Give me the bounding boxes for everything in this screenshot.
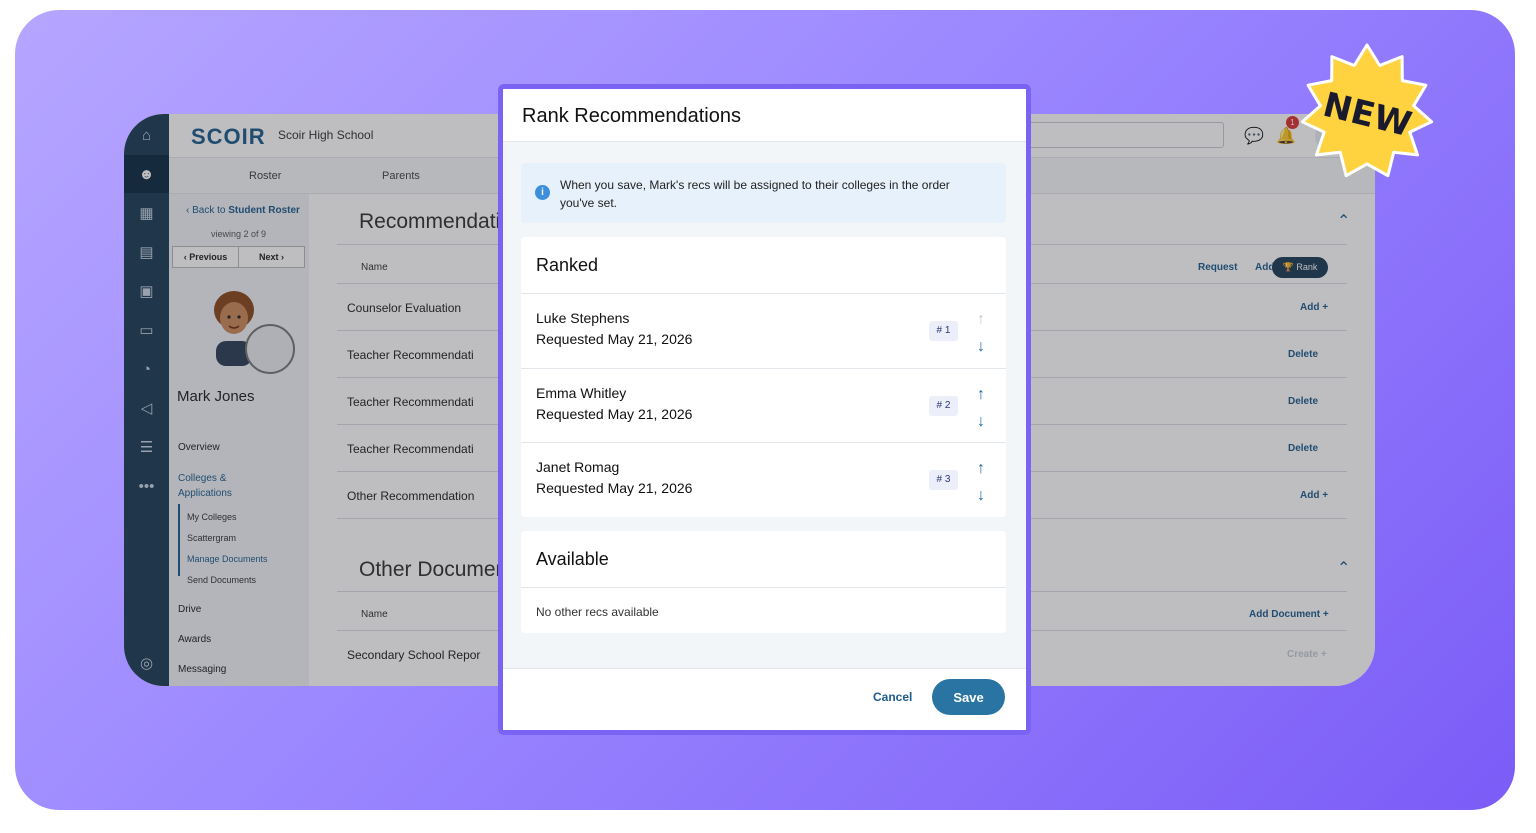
ranked-title: Ranked xyxy=(536,255,599,275)
arrow-up-icon[interactable]: ↑ xyxy=(973,460,989,478)
modal-header: Rank Recommendations xyxy=(503,89,1026,142)
ranked-item: Janet Romag Requested May 21, 2026 # 3 ↑… xyxy=(521,443,1006,517)
modal-title: Rank Recommendations xyxy=(522,105,741,127)
arrow-down-icon[interactable]: ↓ xyxy=(973,487,989,505)
available-title: Available xyxy=(536,549,609,569)
rank-badge: # 2 xyxy=(929,396,958,416)
arrow-down-icon[interactable]: ↓ xyxy=(973,413,989,431)
modal-footer: Cancel Save xyxy=(503,668,1026,730)
modal-body: i When you save, Mark's recs will be ass… xyxy=(503,142,1026,668)
ranked-card: Ranked Luke Stephens Requested May 21, 2… xyxy=(521,237,1006,517)
recommender-name: Emma Whitley xyxy=(536,385,627,401)
arrow-up-icon[interactable]: ↑ xyxy=(973,386,989,404)
recommender-name: Janet Romag xyxy=(536,459,620,475)
info-banner: i When you save, Mark's recs will be ass… xyxy=(521,163,1006,223)
save-button[interactable]: Save xyxy=(932,679,1005,715)
recommender-name: Luke Stephens xyxy=(536,310,630,326)
available-card: Available No other recs available xyxy=(521,531,1006,633)
divider xyxy=(521,587,1006,588)
arrow-down-icon[interactable]: ↓ xyxy=(973,338,989,356)
requested-date: Requested May 21, 2026 xyxy=(536,331,693,347)
info-text: When you save, Mark's recs will be assig… xyxy=(560,178,950,210)
requested-date: Requested May 21, 2026 xyxy=(536,480,693,496)
rank-badge: # 3 xyxy=(929,470,958,490)
rank-badge: # 1 xyxy=(929,321,958,341)
info-icon: i xyxy=(535,185,550,200)
requested-date: Requested May 21, 2026 xyxy=(536,406,693,422)
rank-modal: Rank Recommendations i When you save, Ma… xyxy=(498,84,1031,735)
new-badge: NEW xyxy=(1300,43,1434,178)
cancel-button[interactable]: Cancel xyxy=(873,690,912,704)
ranked-item: Luke Stephens Requested May 21, 2026 # 1… xyxy=(521,294,1006,368)
arrow-up-icon[interactable]: ↑ xyxy=(973,311,989,329)
available-empty-text: No other recs available xyxy=(536,605,659,619)
ranked-item: Emma Whitley Requested May 21, 2026 # 2 … xyxy=(521,369,1006,443)
